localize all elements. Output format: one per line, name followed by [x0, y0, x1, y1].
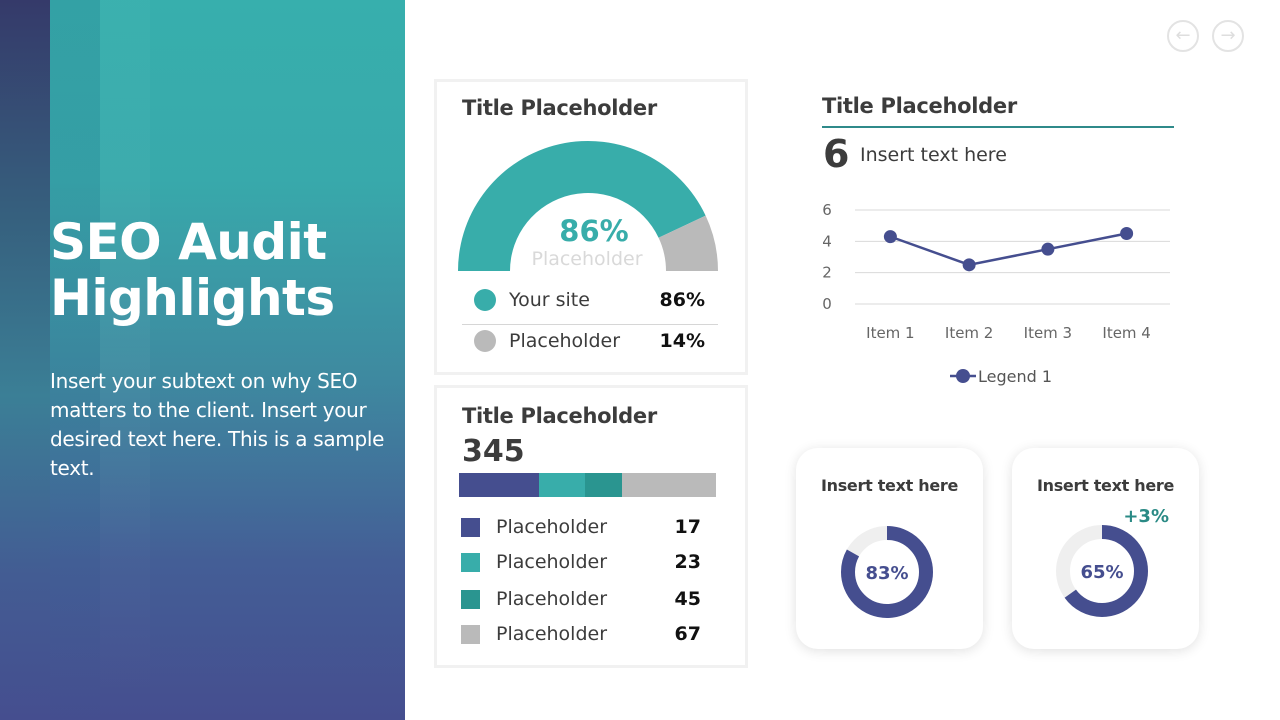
x-tick-label: Item 2 [945, 324, 993, 342]
donut-center-value: 65% [1080, 562, 1123, 583]
x-tick-label: Item 1 [866, 324, 914, 342]
donut-chart: 65% [1056, 525, 1148, 617]
swatch-icon [461, 552, 480, 572]
donut-card: Insert text here 83% [796, 448, 983, 649]
bar-legend-value: 17 [674, 516, 701, 538]
page-title-line-1: SEO Audit [50, 213, 327, 271]
page-title: SEO Audit Highlights [50, 214, 400, 326]
bar-legend-label: Placeholder [496, 588, 608, 610]
hero-subtext: Insert your subtext on why SEO matters t… [50, 369, 385, 480]
stack-segment [459, 473, 539, 497]
stack-segment [622, 473, 716, 497]
bar-legend-value: 23 [674, 551, 701, 573]
legend-item: Placeholder 14% [462, 323, 717, 359]
bar-legend-item: Placeholder 17 [461, 513, 701, 541]
bar-total-value: 345 [462, 434, 525, 469]
legend-item: Your site 86% [462, 282, 717, 318]
bar-legend-item: Placeholder 45 [461, 585, 701, 613]
x-tick-label: Item 4 [1102, 324, 1150, 342]
bar-legend-label: Placeholder [496, 516, 608, 538]
bar-legend-value: 45 [674, 588, 701, 610]
legend-value: 86% [659, 289, 705, 311]
x-tick-label: Item 3 [1024, 324, 1072, 342]
swatch-icon [461, 589, 480, 609]
bar-legend-item: Placeholder 23 [461, 548, 701, 576]
data-point [962, 258, 976, 272]
y-tick-label: 6 [822, 201, 832, 219]
decorative-stripe [0, 0, 50, 720]
arrow-left-circle-icon: ← [1175, 25, 1191, 46]
bar-legend-label: Placeholder [496, 623, 608, 645]
legend-dot-icon [474, 330, 496, 352]
legend-label: Placeholder [509, 330, 621, 352]
legend-marker-icon [956, 369, 970, 383]
swatch-icon [461, 517, 480, 537]
legend-label: Legend 1 [978, 367, 1052, 386]
legend-label: Your site [509, 289, 590, 311]
donut-chart: 83% [841, 526, 933, 618]
bar-legend-item: Placeholder 67 [461, 620, 701, 648]
stacked-bar [459, 473, 716, 497]
y-tick-label: 2 [822, 264, 832, 282]
data-point [883, 230, 897, 244]
donut-center-value: 83% [865, 563, 908, 584]
previous-slide-button[interactable]: ← [1167, 20, 1199, 52]
gauge-card: Title Placeholder 86% Placeholder Your s… [434, 79, 748, 375]
stacked-bar-card: Title Placeholder 345 Placeholder 17 Pla… [434, 385, 748, 668]
card-title: Title Placeholder [462, 404, 657, 428]
data-point [1120, 227, 1134, 240]
next-slide-button[interactable]: → [1212, 20, 1244, 52]
legend-dot-icon [474, 289, 496, 311]
hero-panel: SEO Audit Highlights Insert your subtext… [0, 0, 405, 720]
swatch-icon [461, 624, 480, 644]
series-line [889, 232, 1127, 267]
y-tick-label: 4 [822, 232, 832, 250]
line-chart: 0 2 4 6 Item 1 Item 2 Item 3 Item 4 Legend 1 [822, 201, 1170, 386]
bar-legend-label: Placeholder [496, 551, 608, 573]
gauge-center-value: 86% [559, 214, 629, 248]
line-chart-section: Title Placeholder 6 Insert text here 024… [815, 88, 1185, 398]
page-title-line-2: Highlights [50, 269, 335, 327]
decorative-stripe [50, 0, 100, 720]
arrow-right-circle-icon: → [1220, 25, 1236, 46]
y-tick-label: 0 [822, 295, 832, 313]
data-point [1041, 242, 1055, 256]
bar-legend-value: 67 [674, 623, 701, 645]
donut-card: Insert text here +3% 65% [1012, 448, 1199, 649]
stack-segment [538, 473, 585, 497]
stack-segment [584, 473, 623, 497]
gauge-center-label: Placeholder [531, 248, 643, 270]
decorative-stripe [100, 0, 150, 720]
legend-value: 14% [659, 330, 705, 352]
